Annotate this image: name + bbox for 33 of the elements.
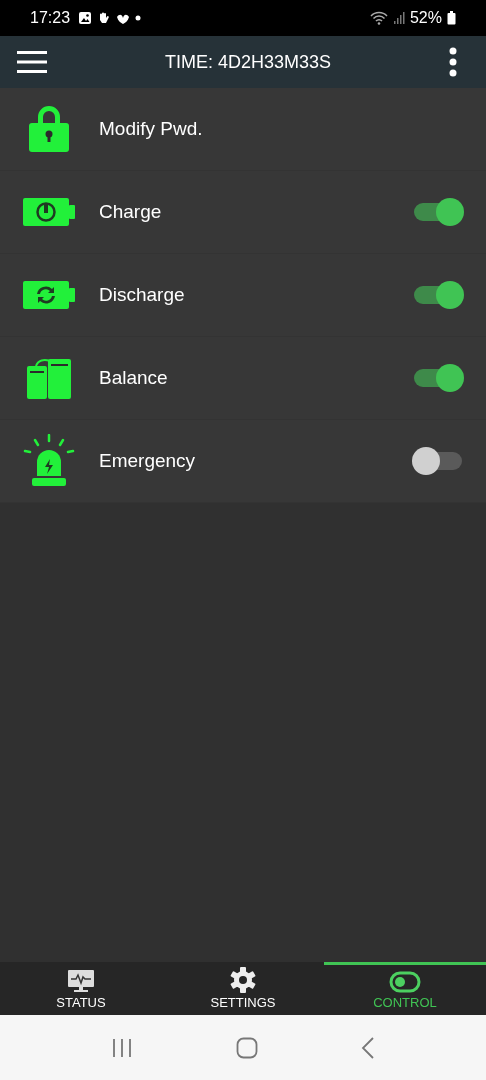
dot-icon xyxy=(135,15,142,21)
control-row[interactable]: Modify Pwd. xyxy=(0,88,486,171)
battery-icon xyxy=(447,11,456,25)
home-icon[interactable] xyxy=(236,1036,258,1059)
control-label: Charge xyxy=(99,201,163,223)
toggle-switch[interactable] xyxy=(412,198,464,226)
control-label: Discharge xyxy=(99,284,186,306)
battery-refresh-icon xyxy=(22,281,75,309)
recents-icon[interactable] xyxy=(111,1037,134,1058)
nav-tab[interactable]: STATUS xyxy=(0,962,162,1015)
settings-icon xyxy=(230,967,256,993)
battery-plug-icon xyxy=(22,198,75,226)
status-time: 17:23 xyxy=(30,9,71,27)
padlock-icon xyxy=(27,105,70,153)
menu-icon[interactable] xyxy=(17,50,47,74)
control-label: Balance xyxy=(99,367,169,389)
nav-tab[interactable]: SETTINGS xyxy=(162,962,324,1015)
monitor-icon xyxy=(67,969,95,993)
signal-icon xyxy=(392,11,405,25)
toggle-switch[interactable] xyxy=(412,281,464,309)
gallery-icon xyxy=(78,11,93,25)
battery-percent: 52% xyxy=(409,9,442,27)
toggle-switch[interactable] xyxy=(412,364,464,392)
hand-icon xyxy=(97,11,112,25)
batteries-icon xyxy=(25,356,72,400)
toggle-icon xyxy=(389,971,421,993)
wifi-icon xyxy=(369,11,388,25)
toggle-switch[interactable] xyxy=(412,447,464,475)
control-label: Modify Pwd. xyxy=(99,118,204,140)
back-icon[interactable] xyxy=(360,1036,375,1059)
control-label: Emergency xyxy=(99,450,197,472)
more-icon[interactable] xyxy=(449,47,457,77)
header-title: TIME: 4D2H33M33S xyxy=(163,51,333,73)
